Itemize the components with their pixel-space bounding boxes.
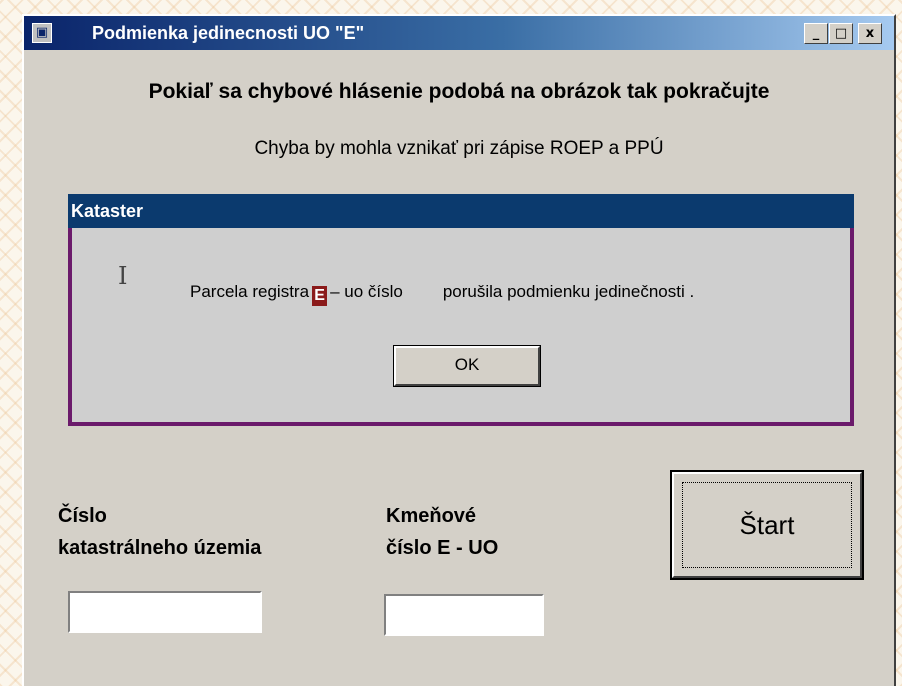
slide-background [0,0,22,686]
app-icon[interactable]: ▣ [32,23,52,43]
message-part-2: – uo číslo [330,282,403,301]
start-button[interactable]: Štart [670,470,864,580]
message-part-1: Parcela registra [190,282,310,301]
dialog-title: Kataster [68,194,854,228]
instruction-subheading: Chyba by mohla vznikať pri zápise ROEP a… [254,138,664,159]
kmenove-cislo-label: Kmeňové číslo E - UO [386,500,498,564]
text-cursor-icon: I [118,262,128,290]
window-title: Podmienka jedinecnosti UO "E" [92,23,365,43]
instruction-heading: Pokiaľ sa chybové hlásenie podobá na obr… [148,80,770,103]
kmen-label-line1: Kmeňové [386,505,477,527]
maximize-button[interactable]: □ [829,23,853,44]
cislo-label-line2: katastrálneho územia [58,537,262,559]
registry-e-badge: E [312,286,328,306]
cislo-katastralneho-uzemia-label: Číslo katastrálneho územia [58,500,261,564]
dialog-body: I Parcela registra E – uo číslo porušila po… [68,228,854,426]
cislo-label-line1: Číslo [58,505,107,527]
kmenove-cislo-input[interactable] [384,594,544,636]
error-dialog-image: Kataster I Parcela registra E – uo číslo po… [68,194,854,426]
close-button[interactable]: x [858,23,882,44]
app-window: ▣ Podmienka jedinecnosti UO "E" _ □ x Po… [22,14,896,686]
dialog-message: Parcela registra E – uo číslo porušila podm… [190,282,694,306]
cislo-katastralneho-uzemia-input[interactable] [68,591,262,633]
message-part-3: porušila podmienku jedinečnosti . [442,282,695,301]
minimize-button[interactable]: _ [804,23,828,44]
dialog-ok-button[interactable]: OK [393,345,541,387]
kmen-label-line2: číslo E - UO [386,537,499,559]
title-bar[interactable]: ▣ Podmienka jedinecnosti UO "E" _ □ x [24,16,894,50]
start-button-label: Štart [682,482,852,568]
